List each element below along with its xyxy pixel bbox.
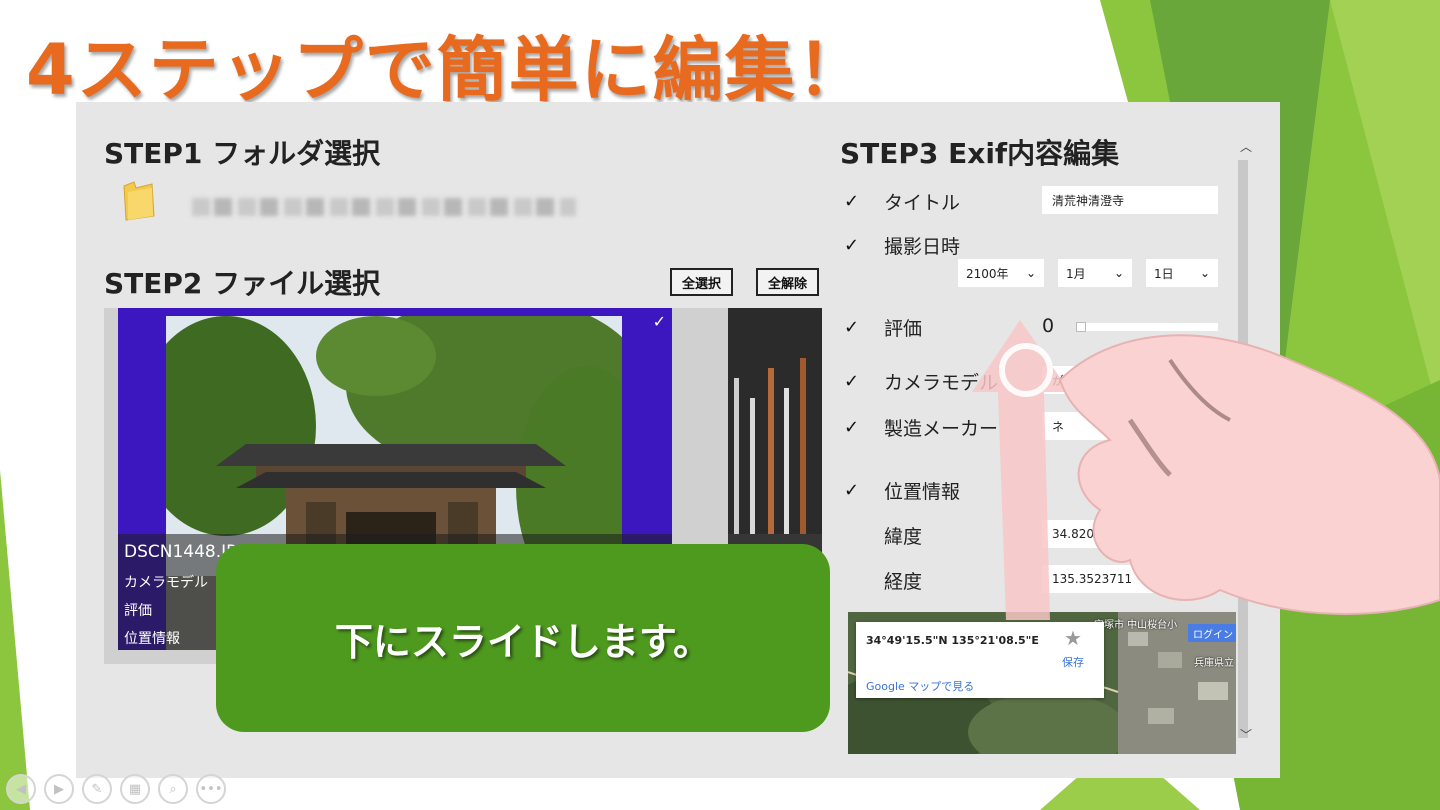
location-map[interactable]: 宝塚市 中山桜台小 兵庫県立 ログイン 34°49'15.5"N 135°21'… — [848, 612, 1246, 754]
datetime-checkbox[interactable]: ✓ — [844, 235, 864, 256]
location-row: ✓ 位置情報 — [840, 475, 960, 505]
file-meta-rating: 評価 — [124, 603, 152, 619]
title-label: タイトル — [884, 191, 961, 214]
zoom-icon[interactable]: ⌕ — [158, 774, 188, 804]
latitude-row: 緯度 — [840, 520, 922, 550]
step1-title: STEP1 フォルダ選択 — [104, 137, 381, 170]
map-info-card: 34°49'15.5"N 135°21'08.5"E ★ 保存 Google マ… — [856, 622, 1104, 698]
title-checkbox[interactable]: ✓ — [844, 191, 864, 212]
camera-checkbox[interactable]: ✓ — [844, 371, 864, 392]
rating-row: ✓ 評価 — [840, 312, 922, 342]
year-select-value: 2100年 — [966, 266, 1009, 281]
scroll-up-icon[interactable]: ︿ — [1240, 138, 1252, 155]
swipe-hand-illustration — [972, 320, 1440, 620]
folder-icon[interactable] — [122, 180, 156, 222]
title-row: ✓ タイトル — [840, 186, 960, 216]
pen-icon[interactable]: ✎ — [82, 774, 112, 804]
deselect-all-button[interactable]: 全解除 — [756, 268, 820, 296]
map-coordinates: 34°49'15.5"N 135°21'08.5"E — [866, 634, 1039, 647]
slideshow-controls: ◀ ▶ ✎ ▦ ⌕ ••• — [6, 774, 226, 806]
chevron-down-icon: ⌄ — [1199, 266, 1210, 280]
file-meta-camera: カメラモデル — [124, 575, 208, 591]
previous-slide-icon[interactable]: ◀ — [6, 774, 36, 804]
scroll-down-icon[interactable]: ﹀ — [1240, 726, 1252, 743]
location-label: 位置情報 — [884, 480, 961, 503]
instruction-text: 下にスライドします。 — [334, 619, 712, 664]
select-all-button[interactable]: 全選択 — [670, 268, 734, 296]
more-options-icon[interactable]: ••• — [196, 774, 226, 804]
month-select-value: 1月 — [1066, 266, 1086, 281]
datetime-row: ✓ 撮影日時 — [840, 230, 960, 260]
folder-path-blurred — [192, 198, 576, 216]
map-save-button[interactable]: 保存 — [1062, 654, 1084, 670]
step3-title: STEP3 Exif内容編集 — [840, 137, 1120, 170]
rating-label: 評価 — [884, 317, 923, 340]
map-place-label: 兵庫県立 — [1194, 658, 1234, 669]
rating-checkbox[interactable]: ✓ — [844, 317, 864, 338]
longitude-row: 経度 — [840, 565, 922, 595]
maker-checkbox[interactable]: ✓ — [844, 417, 864, 438]
title-input[interactable]: 清荒神清澄寺 — [1042, 186, 1218, 214]
open-in-google-maps-link[interactable]: Google マップで見る — [866, 678, 974, 694]
chevron-down-icon: ⌄ — [1025, 266, 1036, 280]
day-select[interactable]: 1日 ⌄ — [1146, 259, 1218, 287]
location-checkbox[interactable]: ✓ — [844, 480, 864, 501]
tools-photo — [728, 308, 822, 534]
month-select[interactable]: 1月 ⌄ — [1058, 259, 1132, 287]
step2-title: STEP2 ファイル選択 — [104, 267, 381, 300]
year-select[interactable]: 2100年 ⌄ — [958, 259, 1044, 287]
instruction-bubble: 下にスライドします。 — [216, 544, 830, 732]
see-all-slides-icon[interactable]: ▦ — [120, 774, 150, 804]
headline: 4ステップで簡単に編集！ — [26, 29, 869, 111]
chevron-down-icon: ⌄ — [1113, 266, 1124, 280]
selected-check-icon: ✓ — [652, 312, 666, 331]
longitude-label: 経度 — [884, 570, 923, 593]
latitude-label: 緯度 — [884, 525, 923, 548]
datetime-label: 撮影日時 — [884, 235, 961, 258]
next-slide-icon[interactable]: ▶ — [44, 774, 74, 804]
day-select-value: 1日 — [1154, 266, 1174, 281]
file-meta-location: 位置情報 — [124, 631, 180, 647]
